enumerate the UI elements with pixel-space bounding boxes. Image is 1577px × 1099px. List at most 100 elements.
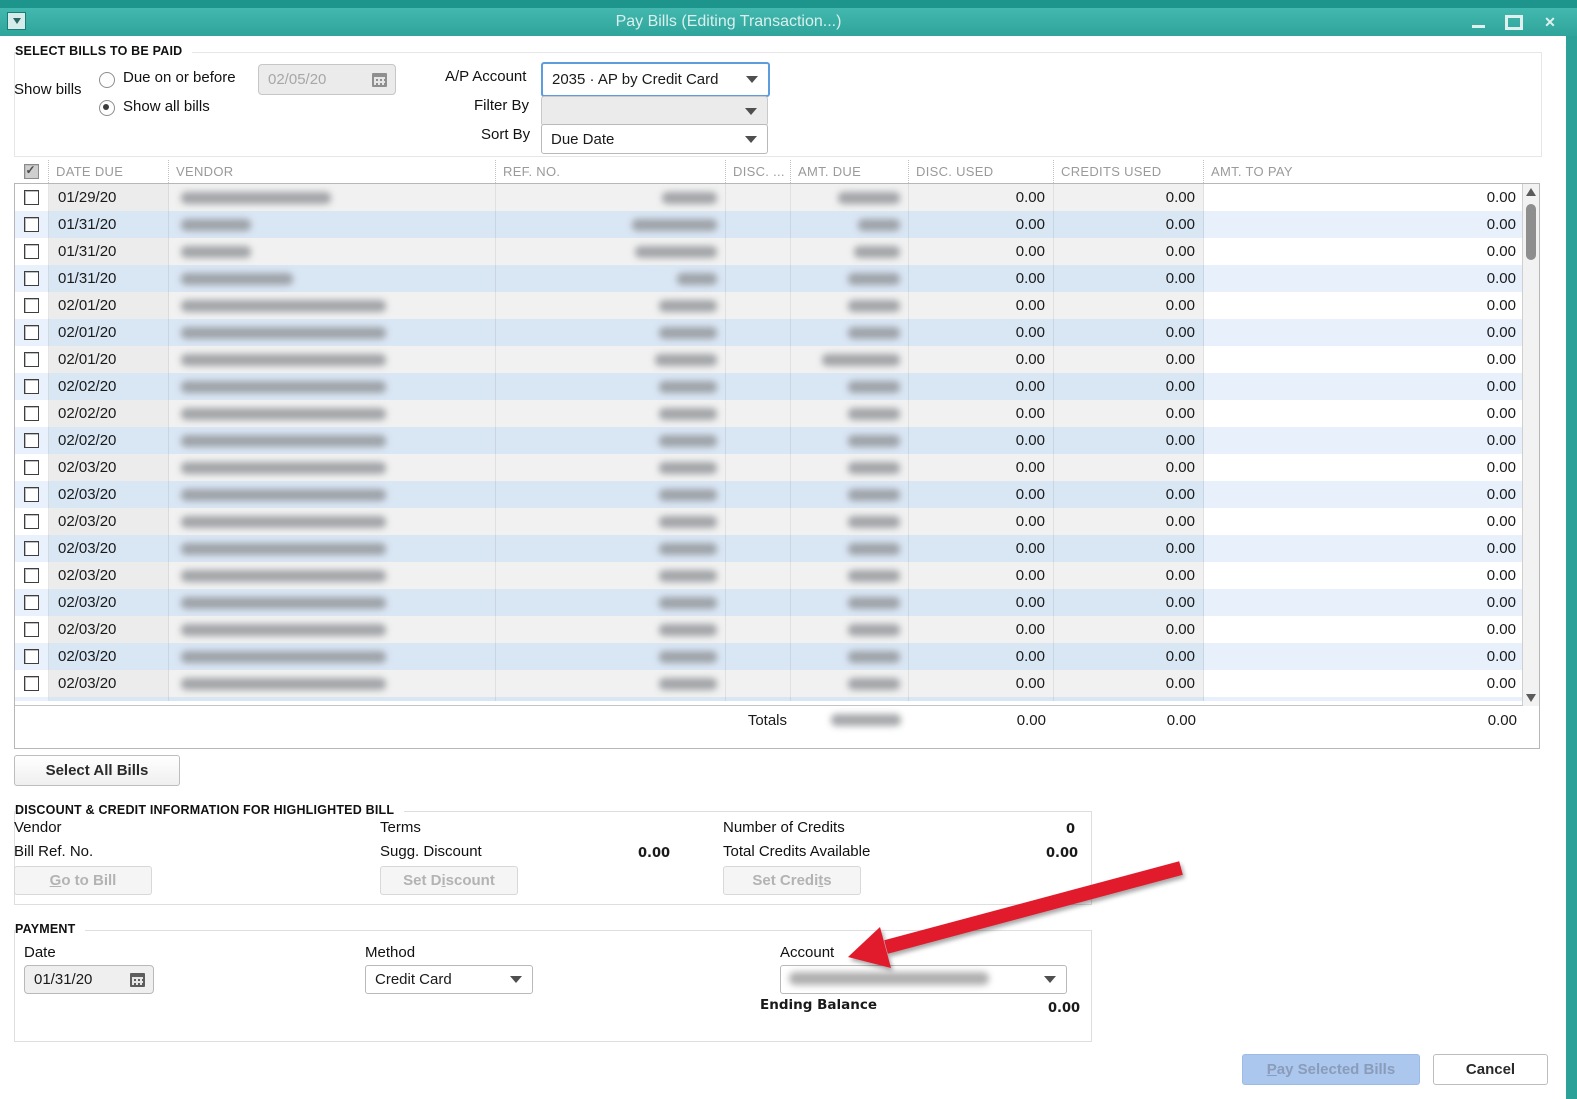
table-row[interactable]: 02/03/20 0.00 0.00 0.00	[15, 481, 1523, 508]
table-row[interactable]: 01/29/20 0.00 0.00 0.00	[15, 184, 1523, 211]
row-amt-to-pay[interactable]: 0.00	[1204, 184, 1523, 211]
row-amt-to-pay[interactable]: 0.00	[1204, 211, 1523, 238]
number-of-credits-value: 0	[1066, 822, 1076, 837]
row-checkbox[interactable]	[24, 433, 39, 448]
row-amt-to-pay[interactable]: 0.00	[1204, 400, 1523, 427]
table-row[interactable]: 02/01/20 0.00 0.00 0.00	[15, 292, 1523, 319]
close-button[interactable]: ✕	[1541, 13, 1559, 31]
ending-balance-value: 0.00	[1048, 1001, 1081, 1016]
table-row[interactable]: 02/02/20 0.00 0.00 0.00	[15, 400, 1523, 427]
table-row[interactable]: 01/31/20 0.00 0.00 0.00	[15, 211, 1523, 238]
row-checkbox[interactable]	[24, 271, 39, 286]
row-amt-to-pay[interactable]: 0.00	[1204, 508, 1523, 535]
row-amt-to-pay[interactable]: 0.00	[1204, 427, 1523, 454]
sort-by-dropdown[interactable]: Due Date	[541, 124, 768, 154]
set-credits-button[interactable]: Set Credi t s	[723, 866, 861, 895]
calendar-icon[interactable]	[372, 72, 387, 87]
col-vendor[interactable]: VENDOR	[168, 160, 495, 183]
table-row[interactable]: 02/03/20 0.00 0.00 0.00	[15, 562, 1523, 589]
row-checkbox[interactable]	[24, 325, 39, 340]
set-discount-button[interactable]: Set Di scount	[380, 866, 518, 895]
row-disc-used: 0.00	[909, 670, 1054, 697]
table-row[interactable]: 02/03/20 0.00 0.00 0.00	[15, 508, 1523, 535]
terms-label: Terms	[380, 819, 421, 836]
col-amt-to-pay[interactable]: AMT. TO PAY	[1203, 160, 1524, 183]
row-amt-to-pay[interactable]: 0.00	[1204, 616, 1523, 643]
row-checkbox[interactable]	[24, 217, 39, 232]
row-checkbox[interactable]	[24, 460, 39, 475]
maximize-button[interactable]	[1505, 13, 1523, 31]
show-all-bills-radio[interactable]	[99, 100, 115, 116]
col-disc-used[interactable]: DISC. USED	[908, 160, 1053, 183]
select-all-checkbox[interactable]	[23, 163, 39, 179]
table-row[interactable]: 02/03/20 0.00 0.00 0.00	[15, 616, 1523, 643]
row-checkbox[interactable]	[24, 622, 39, 637]
row-checkbox[interactable]	[24, 568, 39, 583]
row-checkbox[interactable]	[24, 649, 39, 664]
row-date-due: 02/03/20	[58, 675, 117, 692]
table-row[interactable]: 02/02/20 0.00 0.00 0.00	[15, 373, 1523, 400]
row-amt-to-pay[interactable]: 0.00	[1204, 643, 1523, 670]
scrollbar-thumb[interactable]	[1526, 204, 1536, 260]
row-amt-to-pay[interactable]: 0.00	[1204, 373, 1523, 400]
due-date-field[interactable]: 02/05/20	[258, 64, 396, 95]
vertical-scrollbar[interactable]	[1522, 184, 1539, 706]
row-ref-no-redacted	[659, 299, 717, 312]
calendar-icon[interactable]	[130, 972, 145, 987]
row-ref-no-redacted	[659, 380, 717, 393]
select-all-bills-button[interactable]: Select All Bills	[14, 755, 180, 786]
row-checkbox[interactable]	[24, 676, 39, 691]
table-row[interactable]: 02/01/20 0.00 0.00 0.00	[15, 319, 1523, 346]
table-row[interactable]: 02/03/20 0.00 0.00 0.00	[15, 670, 1523, 697]
row-ref-no-redacted	[659, 650, 717, 663]
row-amt-to-pay[interactable]: 0.00	[1204, 562, 1523, 589]
table-row[interactable]: 02/03/20 0.00 0.00 0.00	[15, 454, 1523, 481]
table-row[interactable]: 02/02/20 0.00 0.00 0.00	[15, 427, 1523, 454]
table-row[interactable]: 01/31/20 0.00 0.00 0.00	[15, 265, 1523, 292]
row-checkbox[interactable]	[24, 595, 39, 610]
ap-account-dropdown[interactable]: 2035 · AP by Credit Card	[541, 62, 770, 97]
row-amt-due-redacted	[822, 353, 900, 366]
row-checkbox[interactable]	[24, 352, 39, 367]
col-amt-due[interactable]: AMT. DUE	[790, 160, 908, 183]
row-amt-to-pay[interactable]: 0.00	[1204, 265, 1523, 292]
table-row[interactable]: 02/03/20 0.00 0.00 0.00	[15, 643, 1523, 670]
due-on-or-before-radio[interactable]	[99, 72, 115, 88]
row-checkbox[interactable]	[24, 298, 39, 313]
table-row[interactable]: 02/03/20 0.00 0.00 0.00	[15, 589, 1523, 616]
row-amt-to-pay[interactable]: 0.00	[1204, 670, 1523, 697]
filter-by-dropdown[interactable]	[541, 96, 768, 126]
col-credits-used[interactable]: CREDITS USED	[1053, 160, 1203, 183]
row-checkbox[interactable]	[24, 244, 39, 259]
payment-method-dropdown[interactable]: Credit Card	[365, 965, 533, 994]
row-amt-to-pay[interactable]: 0.00	[1204, 238, 1523, 265]
minimize-button[interactable]	[1469, 13, 1487, 31]
col-ref-no[interactable]: REF. NO.	[495, 160, 725, 183]
payment-date-field[interactable]: 01/31/20	[24, 965, 154, 994]
table-row[interactable]: 01/31/20 0.00 0.00 0.00	[15, 238, 1523, 265]
row-checkbox[interactable]	[24, 379, 39, 394]
row-amt-to-pay[interactable]: 0.00	[1204, 346, 1523, 373]
row-amt-to-pay[interactable]: 0.00	[1204, 319, 1523, 346]
row-checkbox[interactable]	[24, 487, 39, 502]
row-checkbox[interactable]	[24, 190, 39, 205]
row-amt-to-pay[interactable]: 0.00	[1204, 292, 1523, 319]
row-checkbox[interactable]	[24, 514, 39, 529]
row-amt-to-pay[interactable]: 0.00	[1204, 481, 1523, 508]
col-disc[interactable]: DISC. ...	[725, 160, 790, 183]
go-to-bill-button[interactable]: Go to Bill	[14, 866, 152, 895]
row-checkbox[interactable]	[24, 541, 39, 556]
row-checkbox[interactable]	[24, 406, 39, 421]
row-ref-no-redacted	[635, 245, 717, 258]
row-amt-to-pay[interactable]: 0.00	[1204, 535, 1523, 562]
row-amt-to-pay[interactable]: 0.00	[1204, 454, 1523, 481]
cancel-button[interactable]: Cancel	[1433, 1054, 1548, 1085]
scroll-up-icon[interactable]	[1523, 184, 1539, 200]
row-amt-to-pay[interactable]: 0.00	[1204, 589, 1523, 616]
scroll-down-icon[interactable]	[1523, 690, 1539, 706]
payment-account-dropdown[interactable]	[780, 965, 1067, 994]
table-row[interactable]: 02/03/20 0.00 0.00 0.00	[15, 535, 1523, 562]
pay-selected-bills-button[interactable]: Pay Selected Bills	[1242, 1054, 1420, 1085]
col-date-due[interactable]: DATE DUE	[48, 160, 168, 183]
table-row[interactable]: 02/01/20 0.00 0.00 0.00	[15, 346, 1523, 373]
